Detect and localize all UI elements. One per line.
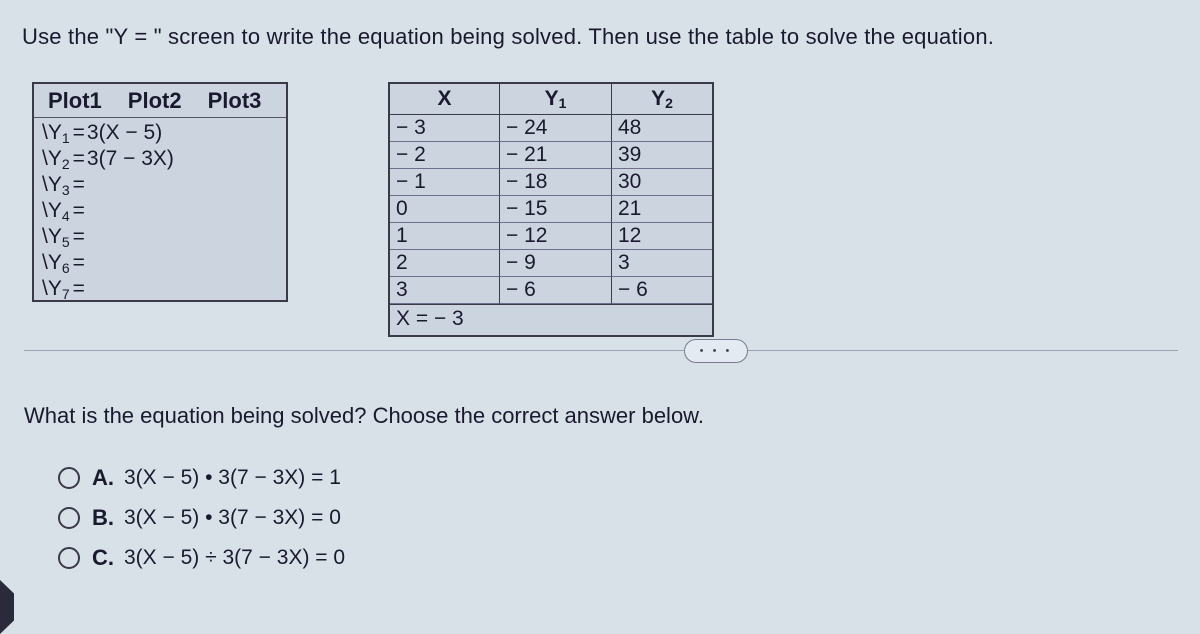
- plot-header: Plot1 Plot2 Plot3: [34, 84, 286, 118]
- col-header-x: X: [390, 84, 500, 115]
- choice-c-label: C.: [92, 545, 114, 571]
- y4-line: \Y4=: [36, 198, 286, 224]
- radio-c[interactable]: [58, 547, 80, 569]
- table-row: − 1− 1830: [390, 169, 712, 196]
- col-header-y2: Y2: [612, 84, 712, 115]
- choice-c[interactable]: C. 3(X − 5) ÷ 3(7 − 3X) = 0: [58, 545, 345, 571]
- plot1-label: Plot1: [48, 88, 102, 114]
- question-text: What is the equation being solved? Choos…: [24, 403, 704, 429]
- table-row: − 3− 2448: [390, 115, 712, 142]
- y-equals-body: \Y1=3(X − 5) \Y2=3(7 − 3X) \Y3= \Y4= \Y5…: [34, 118, 286, 304]
- choice-c-text: 3(X − 5) ÷ 3(7 − 3X) = 0: [124, 546, 345, 570]
- y6-line: \Y6=: [36, 250, 286, 276]
- answer-choices: A. 3(X − 5) • 3(7 − 3X) = 1 B. 3(X − 5) …: [58, 465, 345, 585]
- table-row: 1− 1212: [390, 223, 712, 250]
- choice-a-text: 3(X − 5) • 3(7 − 3X) = 1: [124, 466, 341, 490]
- y1-line: \Y1=3(X − 5): [36, 120, 286, 146]
- page-edge-decor: [0, 580, 14, 634]
- more-button[interactable]: • • •: [684, 339, 748, 363]
- table-header: X Y1 Y2: [390, 84, 712, 115]
- choice-b-label: B.: [92, 505, 114, 531]
- choice-a[interactable]: A. 3(X − 5) • 3(7 − 3X) = 1: [58, 465, 345, 491]
- table-row: 0− 1521: [390, 196, 712, 223]
- plot3-label: Plot3: [208, 88, 262, 114]
- radio-b[interactable]: [58, 507, 80, 529]
- y2-line: \Y2=3(7 − 3X): [36, 146, 286, 172]
- choice-b[interactable]: B. 3(X − 5) • 3(7 − 3X) = 0: [58, 505, 345, 531]
- y5-line: \Y5=: [36, 224, 286, 250]
- y7-line: \Y7=: [36, 276, 286, 302]
- choice-a-label: A.: [92, 465, 114, 491]
- table-row: − 2− 2139: [390, 142, 712, 169]
- table-row: 3− 6− 6: [390, 277, 712, 304]
- table-row: 2− 93: [390, 250, 712, 277]
- value-table: X Y1 Y2 − 3− 2448 − 2− 2139 − 1− 1830 0−…: [388, 82, 714, 337]
- radio-a[interactable]: [58, 467, 80, 489]
- instruction-text: Use the "Y = " screen to write the equat…: [22, 24, 994, 50]
- y-equals-screen: Plot1 Plot2 Plot3 \Y1=3(X − 5) \Y2=3(7 −…: [32, 82, 288, 302]
- divider: [24, 350, 684, 351]
- y3-line: \Y3=: [36, 172, 286, 198]
- plot2-label: Plot2: [128, 88, 182, 114]
- divider: [748, 350, 1178, 351]
- col-header-y1: Y1: [500, 84, 612, 115]
- table-footer: X = − 3: [390, 304, 712, 335]
- choice-b-text: 3(X − 5) • 3(7 − 3X) = 0: [124, 506, 341, 530]
